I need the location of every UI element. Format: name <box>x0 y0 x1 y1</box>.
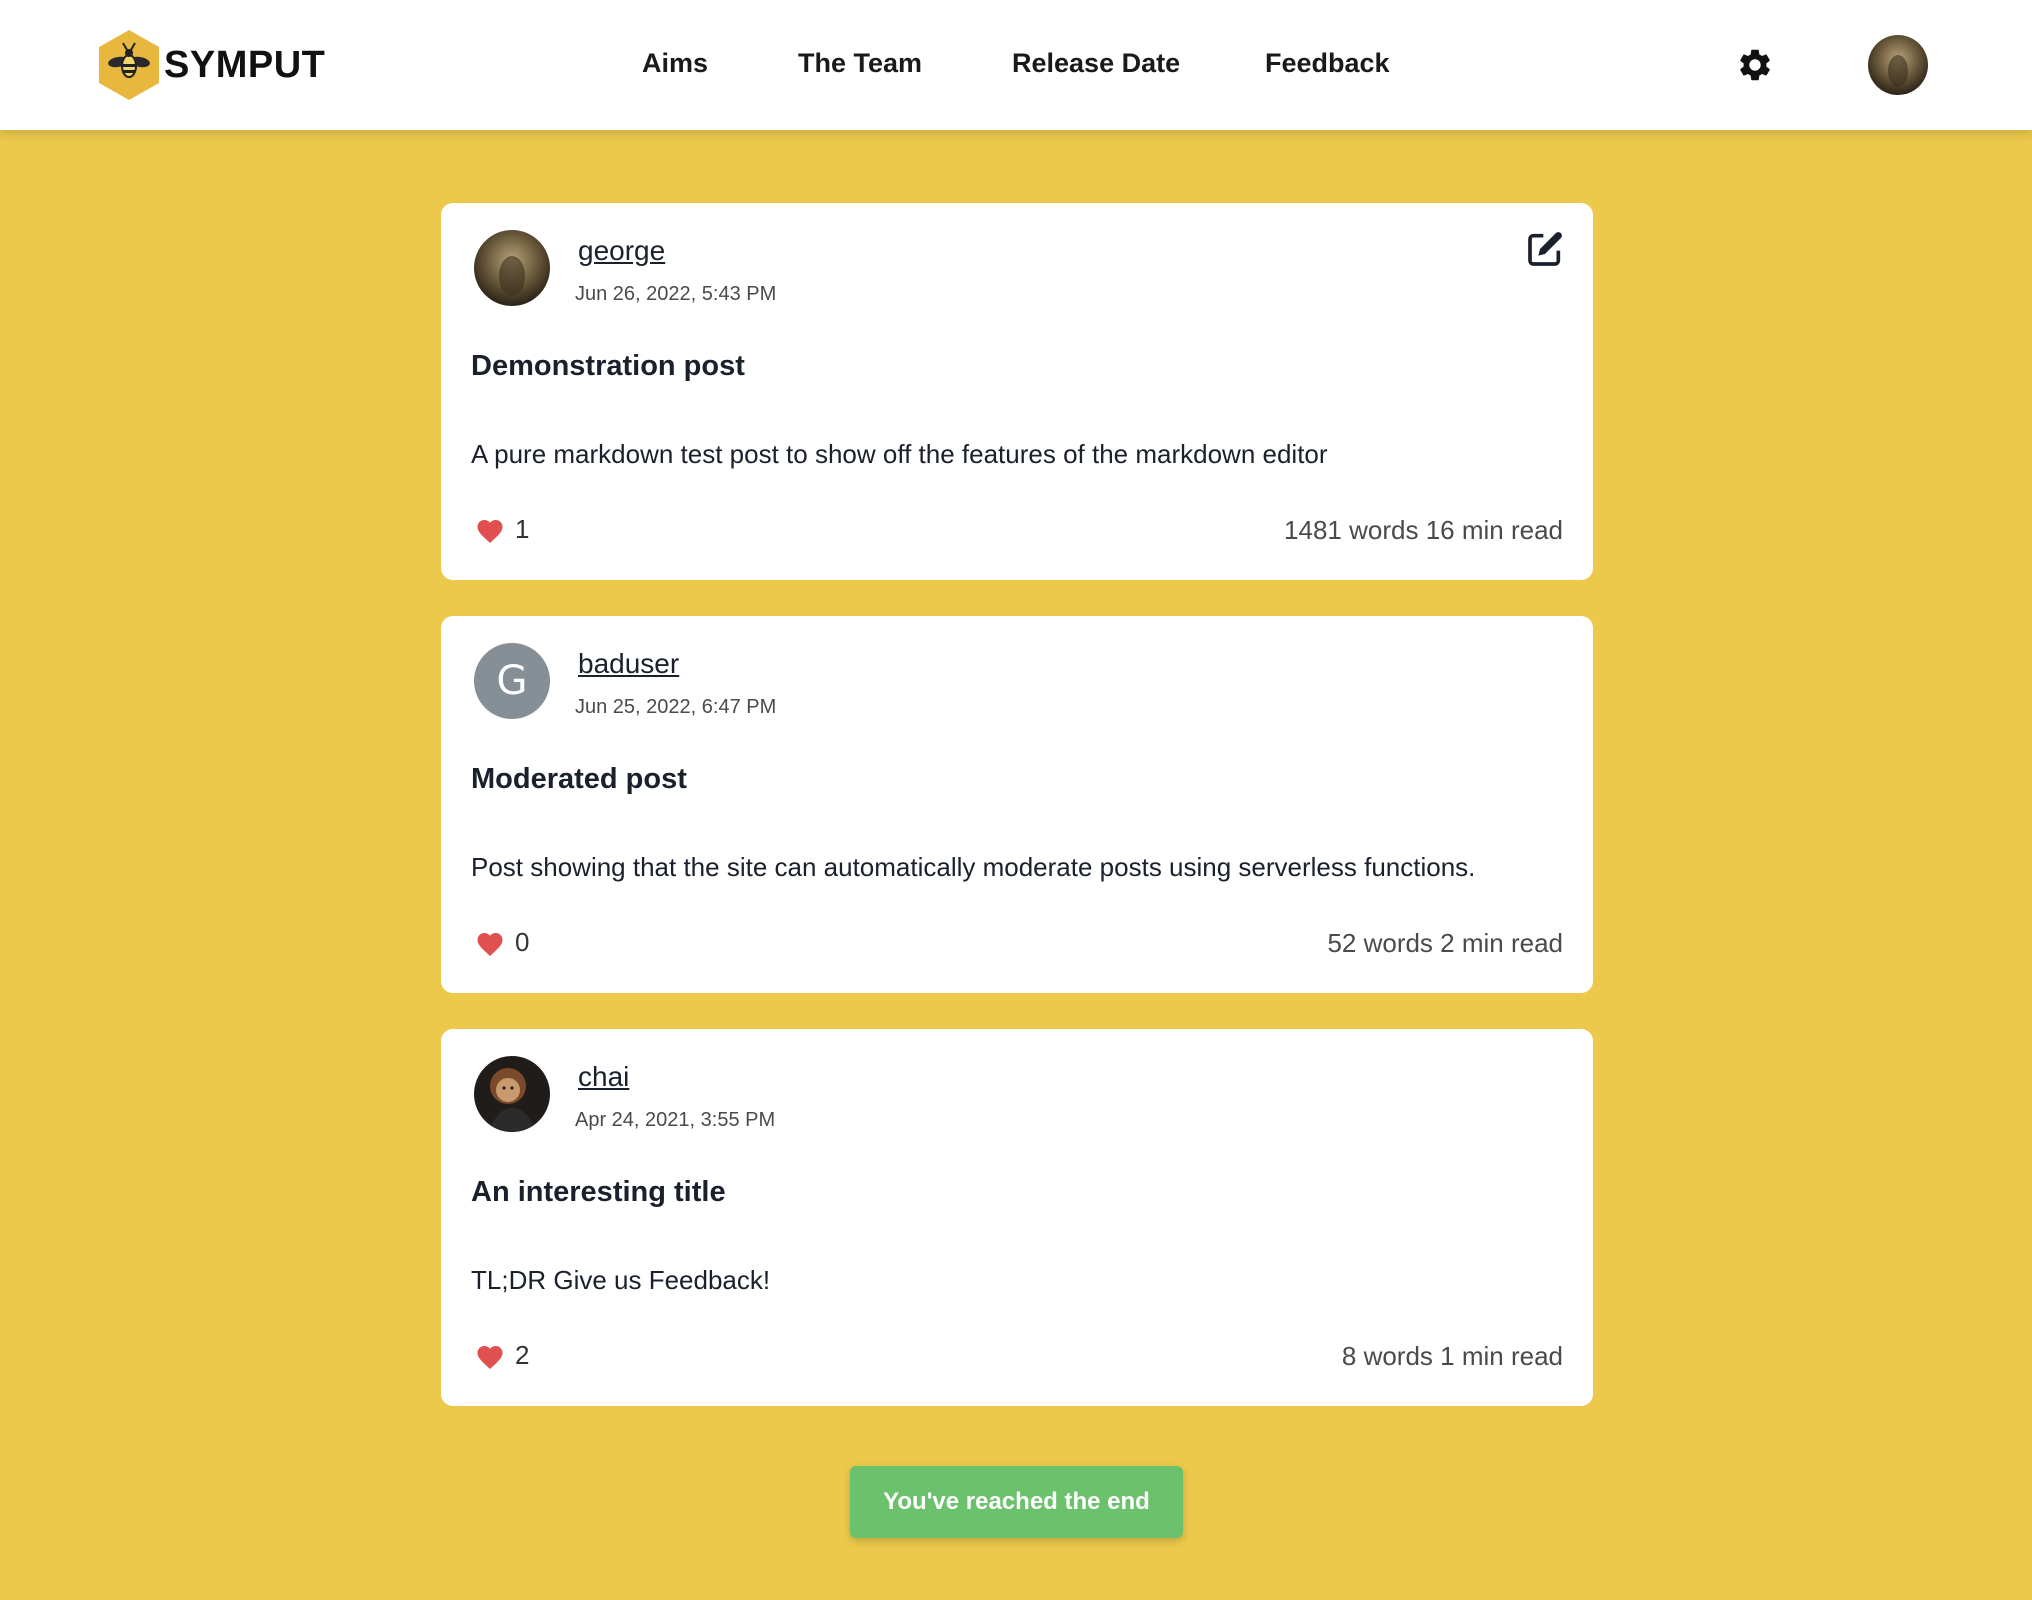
post-title[interactable]: Demonstration post <box>471 350 745 383</box>
post-card[interactable]: chai Apr 24, 2021, 3:55 PM An interestin… <box>441 1029 1593 1406</box>
post-card[interactable]: G baduser Jun 25, 2022, 6:47 PM Moderate… <box>441 616 1593 993</box>
post-title[interactable]: Moderated post <box>471 763 687 796</box>
post-stats: 52 words 2 min read <box>1327 928 1563 958</box>
author-avatar[interactable]: G <box>474 643 550 719</box>
like-button[interactable]: 0 <box>475 927 529 958</box>
edit-icon[interactable] <box>1525 229 1565 269</box>
author-name[interactable]: george <box>578 235 665 267</box>
post-stats: 1481 words 16 min read <box>1284 515 1563 545</box>
post-excerpt: Post showing that the site can automatic… <box>471 852 1476 882</box>
author-name[interactable]: baduser <box>578 648 679 680</box>
main-nav: Aims The Team Release Date Feedback <box>0 0 2032 130</box>
heart-icon <box>477 519 503 543</box>
post-feed: george Jun 26, 2022, 5:43 PM Demonstrati… <box>441 203 1593 1442</box>
user-avatar[interactable] <box>1868 35 1928 95</box>
heart-icon <box>477 1345 503 1369</box>
like-count: 2 <box>515 1340 530 1370</box>
post-excerpt: TL;DR Give us Feedback! <box>471 1265 771 1295</box>
like-count: 1 <box>515 514 530 544</box>
post-date: Jun 25, 2022, 6:47 PM <box>575 696 777 718</box>
nav-link-the-team[interactable]: The Team <box>798 48 922 79</box>
heart-icon <box>477 932 503 956</box>
post-excerpt: A pure markdown test post to show off th… <box>471 439 1328 469</box>
post-date: Jun 26, 2022, 5:43 PM <box>575 283 777 305</box>
author-avatar[interactable] <box>474 1056 550 1132</box>
top-navbar: SYMPUT Aims The Team Release Date Feedba… <box>0 0 2032 130</box>
gear-icon[interactable] <box>1736 46 1774 84</box>
post-title[interactable]: An interesting title <box>471 1176 726 1209</box>
nav-link-feedback[interactable]: Feedback <box>1265 48 1390 79</box>
like-count: 0 <box>515 927 530 957</box>
end-of-feed-button[interactable]: You've reached the end <box>850 1466 1183 1538</box>
nav-link-release-date[interactable]: Release Date <box>1012 48 1180 79</box>
post-date: Apr 24, 2021, 3:55 PM <box>575 1109 776 1131</box>
nav-link-aims[interactable]: Aims <box>642 48 708 79</box>
like-button[interactable]: 2 <box>475 1340 529 1371</box>
post-stats: 8 words 1 min read <box>1341 1341 1563 1371</box>
author-avatar[interactable] <box>474 230 550 306</box>
post-card[interactable]: george Jun 26, 2022, 5:43 PM Demonstrati… <box>441 203 1593 580</box>
author-name[interactable]: chai <box>578 1061 629 1093</box>
like-button[interactable]: 1 <box>475 514 529 545</box>
